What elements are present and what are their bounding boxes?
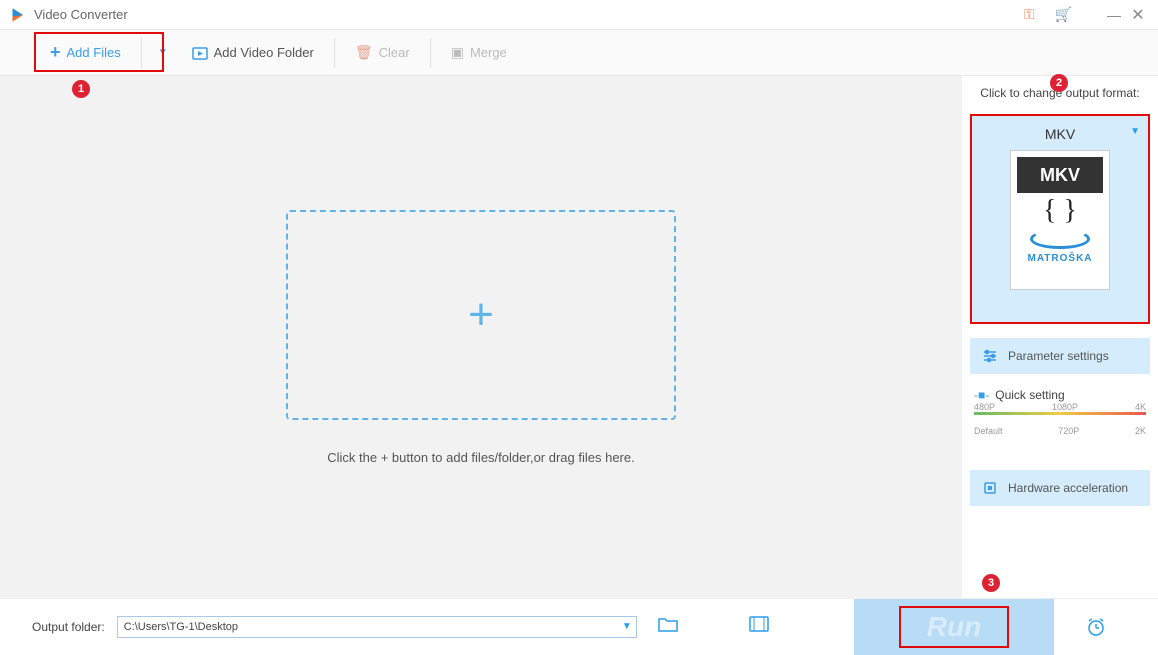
quick-setting-icon: -■- xyxy=(974,388,989,402)
chevron-down-icon[interactable]: ▼ xyxy=(622,621,632,632)
slider-ticks-top: 480P 1080P 4K xyxy=(974,402,1146,412)
minimize-button[interactable]: — xyxy=(1102,7,1126,23)
sliders-icon xyxy=(982,348,998,364)
format-card-header: MKV xyxy=(1017,157,1103,193)
open-folder-button[interactable] xyxy=(657,615,679,638)
key-icon[interactable]: ⚿ xyxy=(1024,6,1035,23)
output-folder-label: Output folder: xyxy=(32,620,105,634)
tick-label: 720P xyxy=(1058,426,1079,436)
add-files-dropdown[interactable]: ▼ xyxy=(158,47,168,58)
toolbar-separator xyxy=(430,38,431,68)
chevron-down-icon: ▼ xyxy=(1130,126,1140,137)
drop-plus-icon: + xyxy=(468,290,494,340)
output-folder-input[interactable]: C:\Users\TG-1\Desktop ▼ xyxy=(117,616,637,638)
merge-icon: ▣ xyxy=(451,44,464,61)
trash-icon: 🗑 xyxy=(355,44,373,61)
toolbar: + Add Files ▼ Add Video Folder 🗑 Clear ▣… xyxy=(0,30,1158,76)
run-button[interactable]: Run xyxy=(854,599,1054,655)
titlebar: Video Converter ⚿ 🛒 — ✕ xyxy=(0,0,1158,30)
format-card-braces: { } xyxy=(1043,195,1077,227)
clear-label: Clear xyxy=(379,45,410,60)
merge-label: Merge xyxy=(470,45,507,60)
plus-icon: + xyxy=(50,42,61,63)
slider-ticks-bottom: Default 720P 2K xyxy=(974,426,1146,436)
parameter-settings-button[interactable]: Parameter settings xyxy=(970,338,1150,374)
annotation-badge-2: 2 xyxy=(1050,74,1068,92)
annotation-badge-1: 1 xyxy=(72,80,90,98)
quality-slider[interactable]: 480P 1080P 4K Default 720P 2K xyxy=(974,412,1146,438)
format-card: MKV { } MATROŠKA xyxy=(1010,150,1110,290)
close-button[interactable]: ✕ xyxy=(1126,5,1150,25)
tick-label: Default xyxy=(974,426,1003,436)
app-logo-icon xyxy=(8,6,26,24)
parameter-settings-label: Parameter settings xyxy=(1008,349,1109,363)
clear-button[interactable]: 🗑 Clear xyxy=(341,30,424,75)
bottom-bar: Output folder: C:\Users\TG-1\Desktop ▼ 3… xyxy=(0,598,1158,654)
cart-icon[interactable]: 🛒 xyxy=(1055,6,1072,23)
folder-open-icon xyxy=(657,615,679,633)
main-area: + Click the + button to add files/folder… xyxy=(0,76,1158,598)
drop-hint: Click the + button to add files/folder,o… xyxy=(327,450,634,465)
film-icon xyxy=(749,616,769,632)
tick-label: 2K xyxy=(1135,426,1146,436)
tick-label: 1080P xyxy=(1052,402,1078,412)
run-label: Run xyxy=(927,611,981,643)
alarm-clock-icon xyxy=(1085,616,1107,638)
format-card-brand: MATROŠKA xyxy=(1027,253,1092,264)
add-files-label: Add Files xyxy=(67,45,121,60)
drop-zone[interactable]: + xyxy=(286,210,676,420)
hardware-acceleration-label: Hardware acceleration xyxy=(1008,481,1128,495)
output-folder-path: C:\Users\TG-1\Desktop xyxy=(124,621,238,633)
quick-setting-label: Quick setting xyxy=(995,388,1064,402)
slider-track xyxy=(974,412,1146,415)
app-title: Video Converter xyxy=(34,7,1024,22)
browse-video-button[interactable] xyxy=(749,616,769,637)
schedule-button[interactable] xyxy=(1066,599,1126,655)
quick-setting-header: -■- Quick setting xyxy=(974,388,1146,402)
annotation-badge-3: 3 xyxy=(982,574,1000,592)
format-card-swirl-icon xyxy=(1030,229,1090,249)
tick-label: 480P xyxy=(974,402,995,412)
add-video-folder-button[interactable]: Add Video Folder xyxy=(178,30,328,75)
right-panel: 2 Click to change output format: MKV ▼ M… xyxy=(962,76,1158,598)
merge-button[interactable]: ▣ Merge xyxy=(437,30,521,75)
format-label: MKV xyxy=(1045,126,1075,142)
drop-stage: + Click the + button to add files/folder… xyxy=(0,76,962,598)
add-files-button[interactable]: + Add Files xyxy=(36,30,135,75)
toolbar-separator xyxy=(334,38,335,68)
add-folder-label: Add Video Folder xyxy=(214,45,314,60)
tick-label: 4K xyxy=(1135,402,1146,412)
output-format-selector[interactable]: MKV ▼ MKV { } MATROŠKA xyxy=(970,114,1150,324)
quick-setting-section: -■- Quick setting 480P 1080P 4K Default … xyxy=(970,388,1150,438)
toolbar-separator xyxy=(141,38,142,68)
hardware-acceleration-button[interactable]: Hardware acceleration xyxy=(970,470,1150,506)
folder-video-icon xyxy=(192,45,208,61)
chip-icon xyxy=(982,480,998,496)
